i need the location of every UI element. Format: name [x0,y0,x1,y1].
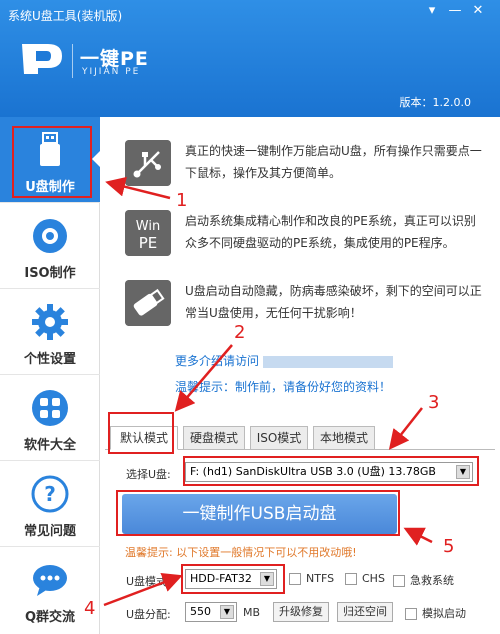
usb-alloc-label: U盘分配: [126,608,171,621]
annotation-box-sidebar [12,126,92,198]
simulate-boot-button[interactable]: 模拟启动 [405,605,466,621]
annotation-number: 1 [176,190,188,211]
disc-icon [33,219,67,253]
header-bar: 系统U盘工具(装机版) ▾ — ✕ 一键PE YIJIAN PE 版本：1.2.… [0,0,500,117]
annotation-box-tab [108,412,174,454]
chs-checkbox[interactable]: CHS [345,572,385,585]
more-info-link[interactable]: 更多介绍请访问 [175,352,394,369]
annotation-box-usb-select [183,456,479,486]
usb-symbol-icon [125,140,171,186]
brand-sub: YIJIAN PE [82,67,141,77]
logo-divider [72,44,73,78]
feature-text: 启动系统集成精心制作和改良的PE系统，真正可以识别众多不同硬盘驱动的PE系统，集… [185,214,476,250]
active-indicator [92,150,101,168]
more-info-text: 更多介绍请访问 [175,354,260,368]
close-button[interactable]: ✕ [470,3,486,19]
ntfs-label: NTFS [306,572,335,585]
settings-warning: 温馨提示: 以下设置一般情况下可以不用改动哦! [125,546,357,559]
tab-hdd-mode[interactable]: 硬盘模式 [183,426,245,450]
alloc-unit: MB [243,606,261,619]
usb-mode-label: U盘模式: [126,575,171,588]
emergency-system-checkbox[interactable]: 急救系统 [393,572,454,588]
sidebar-item-label: 常见问题 [23,524,76,539]
annotation-number: 5 [443,536,455,557]
checkbox-box [289,573,301,585]
usb-stick-icon [125,280,171,326]
simulate-boot-icon [405,608,417,620]
chs-label: CHS [362,572,385,585]
sidebar-item-label: 个性设置 [23,352,76,367]
blurred-url [263,355,394,368]
sidebar-item-personal-settings[interactable]: 个性设置 [0,289,100,375]
ntfs-checkbox[interactable]: NTFS [289,572,334,585]
brand-logo-icon [22,44,62,74]
annotation-box-make-button [116,490,400,536]
checkbox-box [393,575,405,587]
svg-text:PE: PE [139,234,158,252]
sidebar-item-label: 软件大全 [23,438,76,453]
sidebar-item-software[interactable]: 软件大全 [0,375,100,461]
simulate-boot-label: 模拟启动 [422,607,466,620]
chevron-down-icon: ▼ [220,605,234,619]
sidebar-item-label: ISO制作 [24,266,76,281]
annotation-number: 3 [428,392,440,413]
feature-text: 真正的快速一键制作万能启动U盘，所有操作只需要点一下鼠标，操作及其方便简单。 [185,144,482,180]
emergency-label: 急救系统 [410,574,454,587]
win-pe-icon: Win PE [125,210,171,256]
sidebar-item-faq[interactable]: ? 常见问题 [0,461,100,547]
annotation-number: 2 [234,322,246,343]
annotation-number: 4 [84,598,96,619]
svg-text:?: ? [44,482,56,506]
tab-iso-mode[interactable]: ISO模式 [250,426,308,450]
chat-bubble-icon [33,565,67,596]
version-label: 版本：1.2.0.0 [399,96,471,109]
checkbox-box [345,573,357,585]
upgrade-repair-button[interactable]: 升级修复 [273,602,329,622]
usb-alloc-value: 550 [190,605,211,618]
restore-space-button[interactable]: 归还空间 [337,602,393,622]
reminder-text: 温馨提示：制作前，请备份好您的资料！ [175,380,392,394]
tab-local-mode[interactable]: 本地模式 [313,426,375,450]
sidebar-item-iso-make[interactable]: ISO制作 [0,203,100,289]
minimize-button[interactable]: — [447,3,463,19]
sidebar-item-qq-group[interactable]: Q群交流 [0,547,100,633]
gear-icon [32,304,68,340]
question-icon: ? [31,475,69,513]
menu-dropdown-icon[interactable]: ▾ [424,3,440,19]
svg-text:Win: Win [136,219,160,234]
annotation-box-usb-mode [181,564,285,594]
select-usb-label: 选择U盘: [126,468,171,481]
window-title: 系统U盘工具(装机版) [8,9,123,23]
usb-alloc-select[interactable]: 550 ▼ [185,602,237,622]
apps-grid-icon [32,390,68,426]
feature-text: U盘启动自动隐藏，防病毒感染破坏，剩下的空间可以正常当U盘使用，无任何干扰影响！ [185,284,482,320]
